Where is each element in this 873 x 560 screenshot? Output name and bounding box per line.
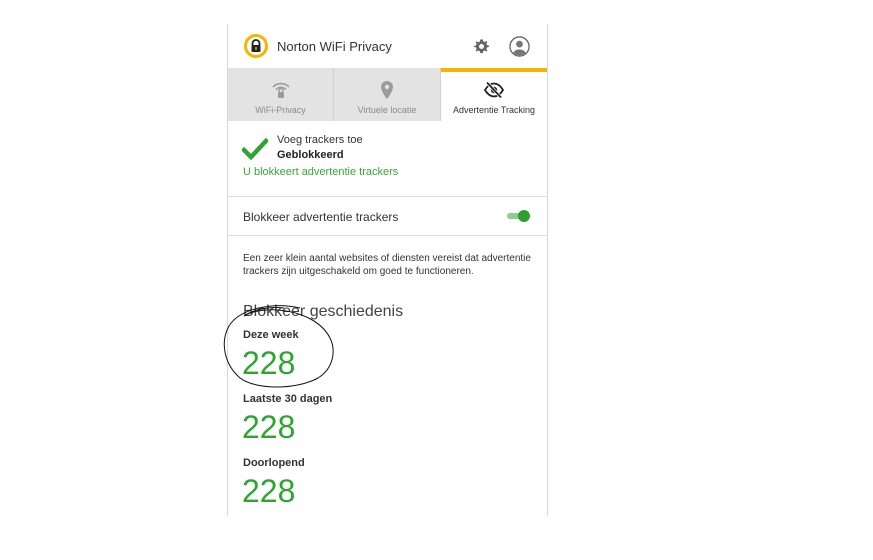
tab-ad-tracking[interactable]: Advertentie Tracking <box>441 68 547 121</box>
app-header: Norton WiFi Privacy <box>228 24 547 68</box>
tab-virtual-location[interactable]: Virtuele locatie <box>334 68 441 121</box>
status-section: Voeg trackers toe Geblokkeerd U blokkeer… <box>228 121 547 197</box>
norton-panel: Norton WiFi Privacy WiFi-Privacy Virtuel… <box>227 24 548 516</box>
block-trackers-row: Blokkeer advertentie trackers <box>228 197 547 236</box>
stat-value-this-week: 228 <box>242 345 296 381</box>
gear-icon[interactable] <box>472 37 491 56</box>
stat-label-this-week: Deze week <box>243 329 299 341</box>
wifi-lock-icon <box>271 82 290 98</box>
status-value: Geblokkeerd <box>277 149 344 161</box>
tab-wifi-privacy[interactable]: WiFi-Privacy <box>228 68 334 121</box>
eye-slash-icon <box>483 81 505 99</box>
block-trackers-toggle[interactable] <box>507 210 530 222</box>
norton-logo-icon <box>244 34 268 58</box>
toggle-label: Blokkeer advertentie trackers <box>243 210 399 224</box>
stat-label-last-30-days: Laatste 30 dagen <box>243 393 333 405</box>
stat-label-ongoing: Doorlopend <box>243 457 305 469</box>
toggle-knob <box>518 210 530 222</box>
history-title: Blokkeer geschiedenis <box>243 303 404 320</box>
checkmark-icon <box>242 138 268 160</box>
account-icon[interactable] <box>509 36 530 57</box>
stat-value-ongoing: 228 <box>242 473 296 509</box>
stat-value-last-30-days: 228 <box>242 409 296 445</box>
status-link[interactable]: U blokkeert advertentie trackers <box>243 166 398 178</box>
status-title: Voeg trackers toe <box>277 134 363 146</box>
tab-label: Advertentie Tracking <box>452 105 536 115</box>
screenshot-canvas: Norton WiFi Privacy WiFi-Privacy Virtuel… <box>0 0 873 560</box>
app-title: Norton WiFi Privacy <box>277 39 392 54</box>
location-pin-icon <box>381 81 393 99</box>
info-text: Een zeer klein aantal websites of dienst… <box>243 253 531 277</box>
tab-bar: WiFi-Privacy Virtuele locatie Advertenti… <box>228 68 547 121</box>
tab-label: Virtuele locatie <box>357 105 417 115</box>
tab-label: WiFi-Privacy <box>255 105 306 115</box>
